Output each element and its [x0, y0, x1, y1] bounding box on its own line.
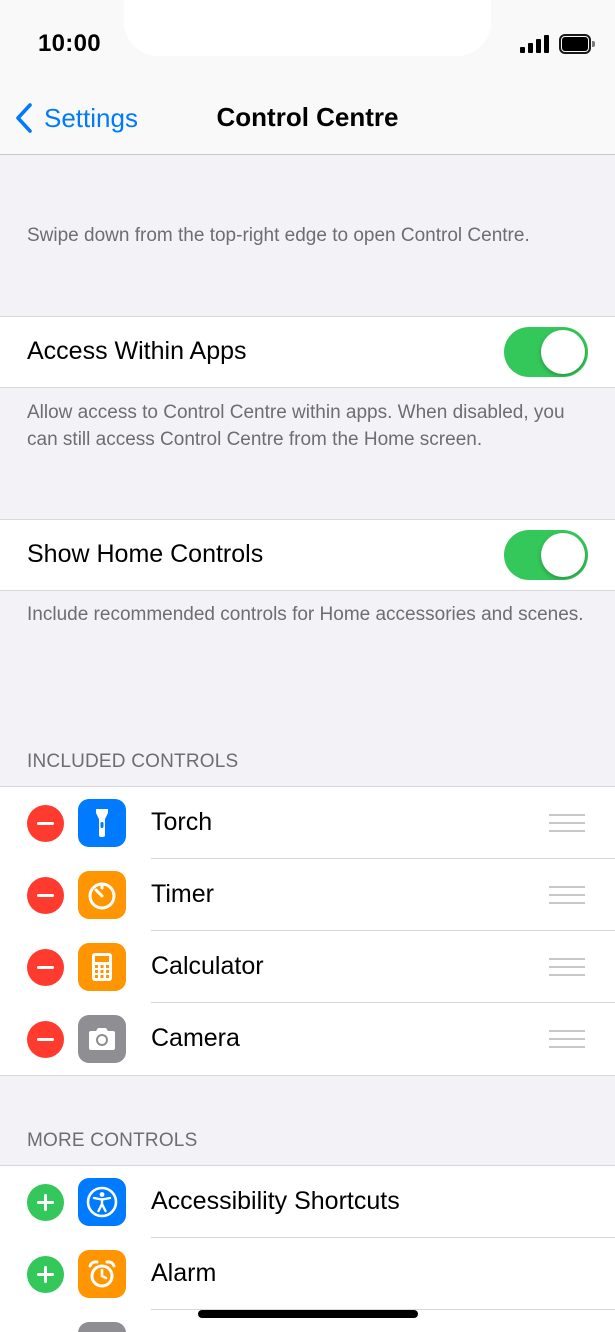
- add-accessibility-shortcuts-button[interactable]: [27, 1184, 64, 1221]
- show-home-controls-toggle[interactable]: [504, 530, 588, 580]
- included-controls-header: INCLUDED CONTROLS: [27, 751, 239, 772]
- drag-handle-torch[interactable]: [549, 814, 585, 832]
- status-time: 10:00: [38, 30, 101, 57]
- control-label-torch: Torch: [151, 808, 213, 836]
- calculator-icon: [78, 943, 126, 991]
- show-home-controls-label: Show Home Controls: [27, 540, 264, 568]
- included-controls-list: Torch Timer Calculator Camera: [0, 786, 615, 1076]
- toggle-knob: [541, 330, 585, 374]
- add-alarm-button[interactable]: [27, 1256, 64, 1293]
- control-label-camera: Camera: [151, 1024, 240, 1052]
- control-label-alarm: Alarm: [151, 1259, 217, 1287]
- status-bar: 10:00: [0, 0, 615, 80]
- remove-torch-button[interactable]: [27, 805, 64, 842]
- device-notch: [124, 0, 491, 56]
- access-within-apps-toggle[interactable]: [504, 327, 588, 377]
- drag-handle-camera[interactable]: [549, 1030, 585, 1048]
- control-label-accessibility-shortcuts: Accessibility Shortcuts: [151, 1187, 400, 1215]
- control-row-camera: Camera: [0, 1002, 615, 1075]
- show-home-controls-row: Show Home Controls: [0, 520, 615, 590]
- drag-handle-calculator[interactable]: [549, 958, 585, 976]
- access-within-apps-label: Access Within Apps: [27, 337, 247, 365]
- torch-icon: [78, 799, 126, 847]
- intro-description: Swipe down from the top-right edge to op…: [27, 225, 530, 246]
- control-row-calculator: Calculator: [0, 930, 615, 1003]
- more-controls-list: Accessibility Shortcuts Alarm: [0, 1165, 615, 1332]
- timer-icon: [78, 871, 126, 919]
- remove-camera-button[interactable]: [27, 1021, 64, 1058]
- remove-calculator-button[interactable]: [27, 949, 64, 986]
- drag-handle-timer[interactable]: [549, 886, 585, 904]
- control-centre-screen: 10:00 Settings Control Centre Swipe down…: [0, 0, 615, 1332]
- page-title: Control Centre: [216, 102, 399, 132]
- accessibility-icon: [78, 1178, 126, 1226]
- toggle-knob: [541, 533, 585, 577]
- battery-full-icon: [559, 34, 595, 54]
- control-row-accessibility-shortcuts: Accessibility Shortcuts: [0, 1166, 615, 1238]
- cellular-signal-icon: [520, 35, 550, 53]
- access-within-apps-group: Access Within Apps: [0, 316, 615, 388]
- access-within-apps-row: Access Within Apps: [0, 317, 615, 387]
- home-indicator[interactable]: [198, 1310, 418, 1318]
- app-icon: [78, 1322, 126, 1332]
- control-row-timer: Timer: [0, 858, 615, 931]
- camera-icon: [78, 1015, 126, 1063]
- navigation-bar: Settings Control Centre: [0, 80, 615, 155]
- show-home-controls-group: Show Home Controls: [0, 519, 615, 591]
- alarm-clock-icon: [78, 1250, 126, 1298]
- control-row-torch: Torch: [0, 787, 615, 859]
- access-within-apps-footer: Allow access to Control Centre within ap…: [27, 402, 565, 450]
- control-row-alarm: Alarm: [0, 1237, 615, 1310]
- show-home-controls-footer: Include recommended controls for Home ac…: [27, 604, 584, 625]
- remove-timer-button[interactable]: [27, 877, 64, 914]
- more-controls-header: MORE CONTROLS: [27, 1130, 198, 1151]
- control-label-timer: Timer: [151, 880, 214, 908]
- control-label-calculator: Calculator: [151, 952, 264, 980]
